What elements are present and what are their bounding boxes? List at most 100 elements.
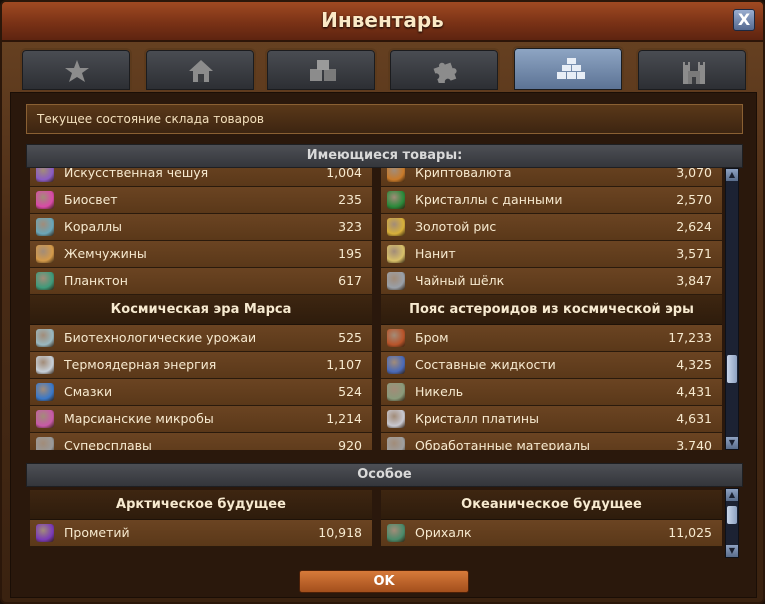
good-icon	[36, 356, 54, 374]
goods-row: Кристалл платины 4,631	[381, 406, 722, 433]
good-name: Никель	[415, 384, 464, 399]
good-amount: 524	[338, 384, 362, 399]
good-icon	[387, 383, 405, 401]
good-amount: 323	[338, 219, 362, 234]
good-icon	[36, 383, 54, 401]
good-name: Смазки	[64, 384, 113, 399]
good-amount: 1,214	[326, 411, 362, 426]
goods-row: Смазки 524	[30, 379, 372, 406]
group-title: Океаническое будущее	[381, 490, 722, 520]
goods-row: Чайный шёлк 3,847	[381, 268, 722, 295]
good-amount: 235	[338, 192, 362, 207]
goods-row: Суперсплавы 920	[30, 433, 372, 450]
good-amount: 4,431	[676, 384, 712, 399]
goods-scrollbar[interactable]: ▲ ▼	[725, 168, 739, 450]
good-amount: 617	[338, 273, 362, 288]
good-name: Кристалл платины	[415, 411, 539, 426]
scroll-thumb[interactable]	[727, 355, 737, 383]
good-amount: 2,624	[676, 219, 712, 234]
goods-list: Искусственная чешуя 1,004 Биосвет 235 Коралл…	[26, 168, 723, 450]
close-button[interactable]: X	[733, 9, 755, 31]
special-list: Арктическое будущее Прометий 10,918 Океани…	[26, 488, 723, 558]
tab-boxes[interactable]	[265, 48, 377, 90]
scroll-thumb[interactable]	[727, 506, 737, 524]
star-icon	[65, 60, 89, 82]
goods-row: Золотой рис 2,624	[381, 214, 722, 241]
good-icon	[36, 272, 54, 290]
goods-section-header: Имеющиеся товары:	[26, 144, 743, 168]
good-icon	[387, 437, 405, 450]
goods-row: Биосвет 235	[30, 187, 372, 214]
good-name: Жемчужины	[64, 246, 147, 261]
inventory-window: Инвентарь X Текущее состояние склада тов…	[0, 0, 765, 604]
tab-buildings[interactable]	[144, 48, 256, 90]
goods-row: Искусственная чешуя 1,004	[30, 168, 372, 187]
ok-button[interactable]: OK	[299, 570, 469, 593]
puzzle-icon	[433, 62, 457, 83]
scroll-down-icon[interactable]: ▼	[726, 437, 738, 449]
good-amount: 1,004	[326, 168, 362, 180]
good-name: Обработанные материалы	[415, 438, 590, 450]
good-name: Биотехнологические урожаи	[64, 330, 257, 345]
good-amount: 1,107	[326, 357, 362, 372]
special-column-left: Арктическое будущее Прометий 10,918	[30, 490, 372, 547]
window-title: Инвентарь	[321, 8, 444, 32]
goods-column-right: Криптовалюта 3,070 Кристаллы с данными 2,57…	[381, 168, 722, 450]
good-name: Нанит	[415, 246, 456, 261]
info-text: Текущее состояние склада товаров	[37, 112, 264, 126]
special-section-header: Особое	[26, 463, 743, 487]
good-amount: 920	[338, 438, 362, 450]
good-amount: 3,571	[676, 246, 712, 261]
good-amount: 4,631	[676, 411, 712, 426]
good-name: Биосвет	[64, 192, 118, 207]
goods-row: Кристаллы с данными 2,570	[381, 187, 722, 214]
scroll-up-icon[interactable]: ▲	[726, 489, 738, 501]
goods-row: Криптовалюта 3,070	[381, 168, 722, 187]
good-icon	[36, 218, 54, 236]
good-name: Марсианские микробы	[64, 411, 214, 426]
good-icon	[387, 191, 405, 209]
goods-row: Обработанные материалы 3,740	[381, 433, 722, 450]
good-name: Планктон	[64, 273, 128, 288]
good-name: Криптовалюта	[415, 168, 512, 180]
house-icon	[189, 60, 213, 82]
good-name: Термоядерная энергия	[64, 357, 217, 372]
tab-favorites[interactable]	[20, 48, 132, 90]
scroll-up-icon[interactable]: ▲	[726, 169, 738, 181]
good-amount: 11,025	[668, 525, 712, 540]
goods-row: Орихалк 11,025	[381, 520, 722, 547]
good-icon	[36, 329, 54, 347]
good-icon	[387, 272, 405, 290]
good-icon	[36, 524, 54, 542]
title-bar: Инвентарь X	[2, 2, 763, 42]
good-name: Бром	[415, 330, 449, 345]
good-amount: 3,740	[676, 438, 712, 450]
goods-row: Кораллы 323	[30, 214, 372, 241]
goods-row: Составные жидкости 4,325	[381, 352, 722, 379]
tab-goods[interactable]	[512, 46, 624, 90]
special-column-right: Океаническое будущее Орихалк 11,025	[381, 490, 722, 547]
goods-row: Нанит 3,571	[381, 241, 722, 268]
good-icon	[36, 410, 54, 428]
good-icon	[36, 168, 54, 182]
goods-row: Термоядерная энергия 1,107	[30, 352, 372, 379]
good-name: Кораллы	[64, 219, 122, 234]
tab-castle[interactable]	[636, 48, 748, 90]
goods-row: Жемчужины 195	[30, 241, 372, 268]
good-name: Золотой рис	[415, 219, 497, 234]
good-icon	[387, 410, 405, 428]
good-amount: 525	[338, 330, 362, 345]
good-name: Кристаллы с данными	[415, 192, 563, 207]
boxes-icon	[310, 60, 336, 81]
special-scrollbar[interactable]: ▲ ▼	[725, 488, 739, 558]
good-icon	[387, 218, 405, 236]
good-amount: 17,233	[668, 330, 712, 345]
good-name: Орихалк	[415, 525, 472, 540]
group-title: Пояс астероидов из космической эры	[381, 295, 722, 325]
good-amount: 10,918	[318, 525, 362, 540]
good-name: Искусственная чешуя	[64, 168, 209, 180]
good-icon	[387, 356, 405, 374]
scroll-down-icon[interactable]: ▼	[726, 545, 738, 557]
good-amount: 3,847	[676, 273, 712, 288]
tab-fragments[interactable]	[388, 48, 500, 90]
